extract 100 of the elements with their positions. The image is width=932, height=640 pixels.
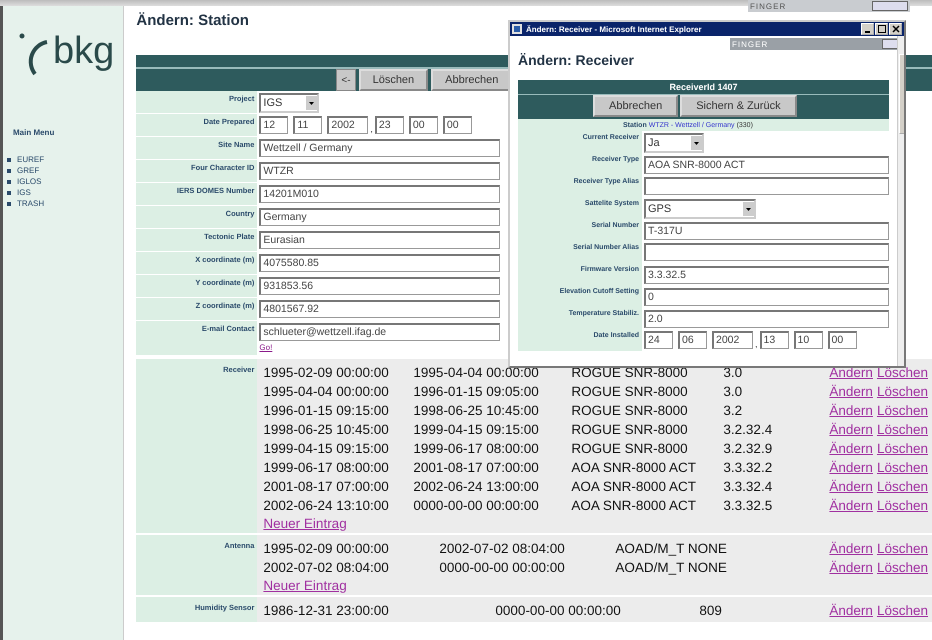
menu-item[interactable]: IGLOS [7,177,124,186]
table-cell-text: 1999-06-17 08:00:00 [263,460,390,475]
table-cell-text: 2001-08-17 07:00:00 [413,460,540,475]
input-field[interactable]: 931853.56 [259,277,500,295]
table-cell-text: 3.0 [723,384,744,399]
table-cell-text: 2002-06-24 13:10:00 [263,498,390,513]
menu-item[interactable]: GREF [7,166,124,175]
form-button[interactable]: Abbrechen [593,95,678,117]
table-cell-text: AOAD/M_T NONE [615,541,728,556]
input-field[interactable]: 06 [678,331,707,349]
table-cell-text: AOAD/M_T NONE [615,560,728,575]
row-action-link[interactable]: Ändern [829,479,873,494]
minimize-button[interactable] [861,23,874,35]
input-field[interactable]: schlueter@wettzell.ifag.de [259,323,500,341]
select-field[interactable]: GPS [644,199,756,219]
table-cell-text: AOA SNR-8000 ACT [571,479,697,494]
go-link[interactable]: Go! [259,343,272,352]
row-action-link[interactable]: Ändern [829,460,873,475]
row-action-link[interactable]: Löschen [876,422,928,437]
input-field[interactable]: 2002 [327,116,368,134]
table-cell-text: 0000-00-00 00:00:00 [413,498,540,513]
input-field[interactable] [644,243,889,261]
table-cell-text: 3.0 [723,365,744,380]
input-field[interactable]: 13 [760,331,789,349]
table-cell-text: ROGUE SNR-8000 [571,365,689,380]
row-action-link[interactable]: Löschen [876,403,928,418]
row-action-link[interactable]: Löschen [876,460,928,475]
close-button[interactable] [889,23,902,35]
row-action-link[interactable]: Ändern [829,365,873,380]
input-field[interactable]: 2002 [712,331,753,349]
table-cell-text: 1995-02-09 00:00:00 [263,365,390,380]
table-cell-text: 0000-00-00 00:00:00 [495,603,622,618]
row-action-link[interactable]: Löschen [876,479,928,494]
input-field[interactable]: 24 [644,331,673,349]
row-action-link[interactable]: Löschen [876,365,928,380]
row-action-link[interactable]: Löschen [876,560,928,575]
table-cell-text: 1999-06-17 08:00:00 [413,441,540,456]
input-field[interactable]: 00 [442,116,472,134]
table-cell-text: 3.3.32.2 [723,460,774,475]
table-cell-text: 1999-04-15 09:15:00 [413,422,540,437]
maximize-button[interactable] [875,23,888,35]
row-action-link[interactable]: Ändern [829,422,873,437]
table-cell-text: 2002-06-24 13:00:00 [413,479,540,494]
input-field[interactable]: 23 [374,116,404,134]
table-cell-text: 1995-02-09 00:00:00 [263,541,390,556]
input-field[interactable]: 11 [293,116,322,134]
toolbar-button[interactable]: Löschen [358,69,428,91]
row-action-link[interactable]: Ändern [829,384,873,399]
input-field[interactable]: 2.0 [644,310,889,328]
input-field[interactable]: 12 [259,116,288,134]
menu-title: Main Menu [13,128,56,137]
input-field[interactable]: 14201M010 [259,185,500,203]
input-field[interactable]: 4801567.92 [259,300,500,318]
input-field[interactable]: Eurasian [259,231,500,249]
row-action-link[interactable]: Löschen [876,498,928,513]
toolbar-label: FINGER [750,2,786,10]
new-entry-link[interactable]: Neuer Eintrag [263,516,347,531]
row-action-link[interactable]: Löschen [876,541,928,556]
table-cell-text: 2002-07-02 08:04:00 [263,560,390,575]
row-action-link[interactable]: Ändern [829,441,873,456]
table-title: ReceiverId 1407 [518,80,889,95]
menu-item[interactable]: EUREF [7,155,124,164]
input-field[interactable]: Germany [259,208,500,226]
menu-item[interactable]: IGS [7,188,124,197]
input-field[interactable]: T-317U [644,222,889,240]
menu-item[interactable]: TRASH [7,199,124,208]
table-cell-text: 1995-04-04 00:00:00 [413,365,540,380]
table-cell-text: 3.2 [723,403,744,418]
separator-text: , [370,124,373,134]
input-field[interactable]: 00 [828,331,857,349]
table-cell-text: 1998-06-25 10:45:00 [413,403,540,418]
row-action-link[interactable]: Ändern [829,498,873,513]
input-field[interactable]: 3.3.32.5 [644,266,889,284]
separator-text: , [755,339,758,349]
row-action-link[interactable]: Ändern [829,403,873,418]
table-cell-text: ROGUE SNR-8000 [571,441,689,456]
table-cell-text: 3.3.32.5 [723,498,774,513]
input-field[interactable]: 4075580.85 [259,254,500,272]
toolbar-button[interactable]: <- [336,69,356,91]
row-action-link[interactable]: Löschen [876,384,928,399]
row-action-link[interactable]: Ändern [829,560,873,575]
row-action-link[interactable]: Löschen [876,603,928,618]
toolbar-button[interactable] [872,1,908,11]
input-field[interactable]: 00 [408,116,438,134]
input-field[interactable]: AOA SNR-8000 ACT [644,156,889,174]
maximize-icon [878,25,886,33]
input-field[interactable]: 10 [794,331,823,349]
browser-icon [512,24,522,34]
row-action-link[interactable]: Löschen [876,441,928,456]
window-title: Ändern: Receiver - Microsoft Internet Explorer [526,24,703,34]
row-action-link[interactable]: Ändern [829,603,873,618]
new-entry-link[interactable]: Neuer Eintrag [263,578,347,593]
input-field[interactable] [644,177,889,195]
select-field[interactable]: Ja [644,133,704,153]
input-field[interactable]: 0 [644,288,889,306]
input-field[interactable]: WTZR [259,162,500,180]
select-field[interactable]: IGS [259,93,320,113]
input-field[interactable]: Wettzell / Germany [259,139,500,157]
form-button[interactable]: Sichern & Zurück [680,95,797,117]
row-action-link[interactable]: Ändern [829,541,873,556]
